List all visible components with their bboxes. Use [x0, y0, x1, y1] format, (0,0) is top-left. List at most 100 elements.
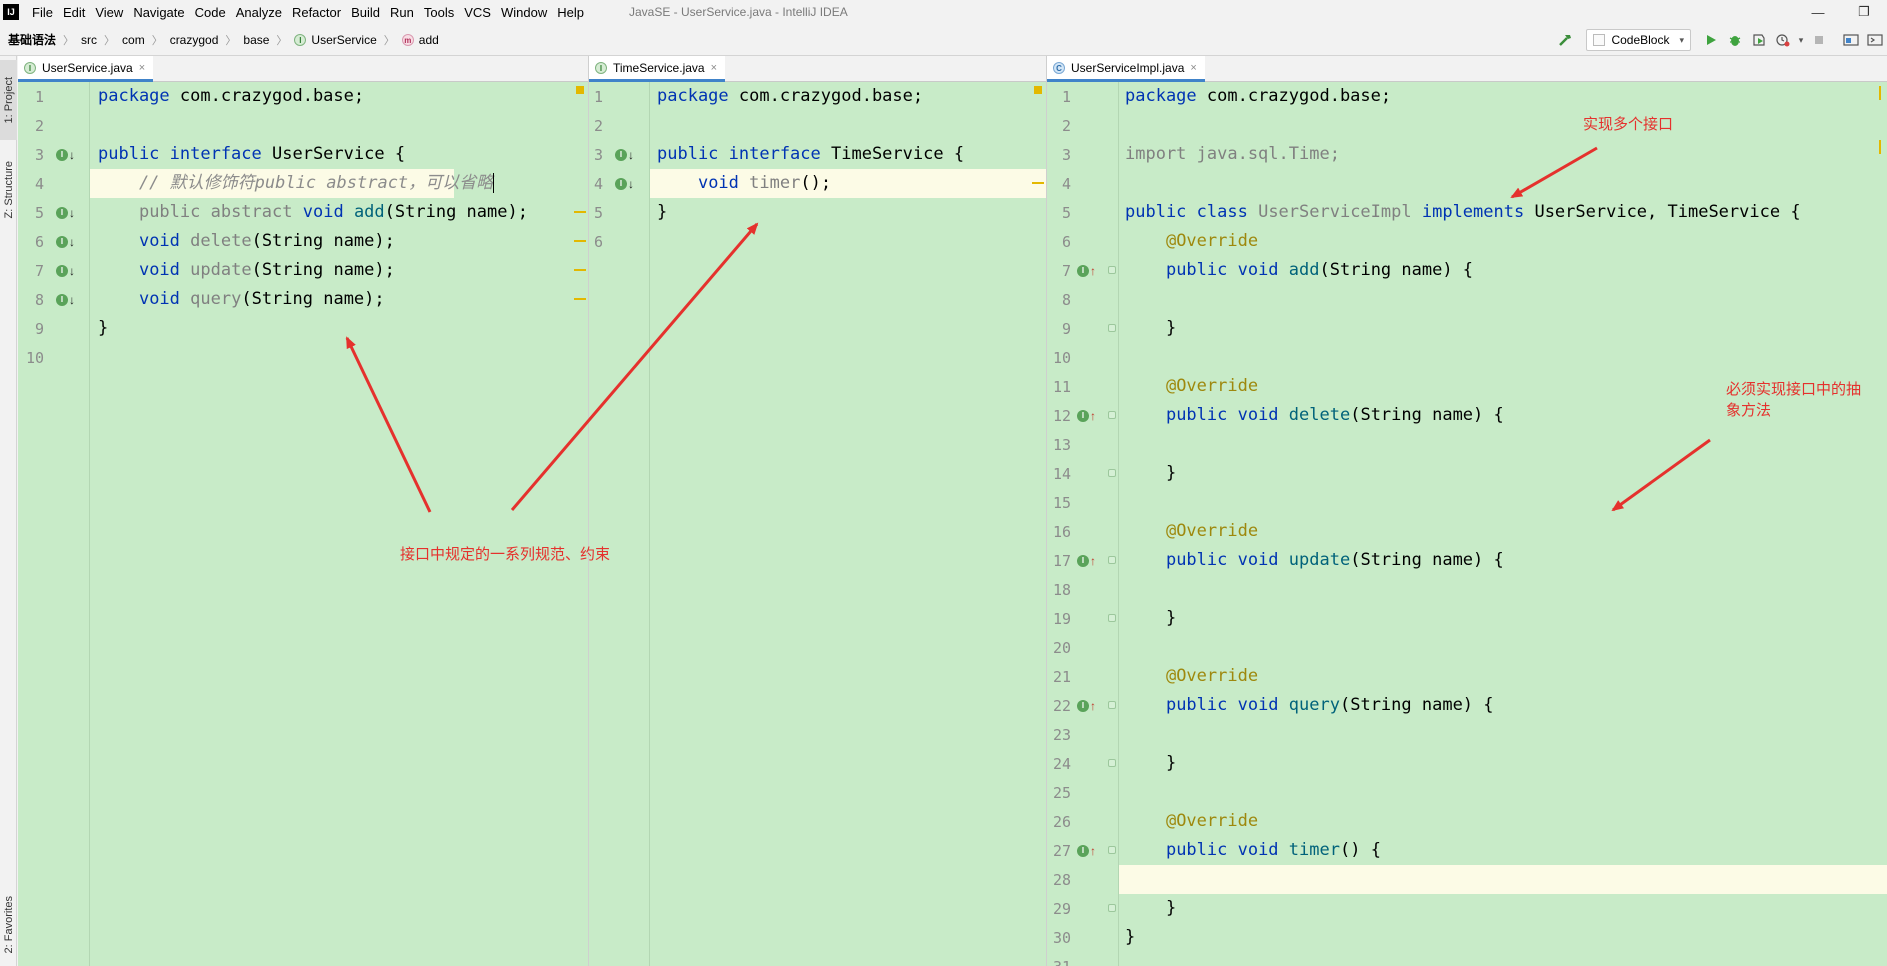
project-structure-icon[interactable] — [1839, 28, 1863, 52]
annotation-must-implement-line1: 必须实现接口中的抽 — [1726, 381, 1862, 398]
menu-code[interactable]: Code — [190, 5, 231, 20]
code-editor[interactable]: 1 2 3 4 5 6 7 I ↑ 8 9 10 11 12 I ↑ 13 14 15 … — [1047, 82, 1887, 966]
run-configuration-select[interactable]: CodeBlock ▾ — [1586, 29, 1691, 51]
close-icon[interactable]: × — [139, 62, 145, 74]
code-line: @Override — [1165, 811, 1259, 831]
line-number: 2 — [34, 116, 44, 135]
run-icon[interactable] — [1699, 28, 1723, 52]
fold-marker-icon[interactable] — [1108, 266, 1116, 274]
implemented-marker-icon[interactable]: I ↓ — [615, 177, 634, 191]
implemented-marker-icon[interactable]: I ↓ — [56, 148, 75, 162]
fold-marker-icon[interactable] — [1108, 701, 1116, 709]
minimize-button[interactable]: — — [1795, 0, 1841, 24]
code-line: package com.crazygod.base; — [98, 86, 365, 106]
implemented-marker-icon[interactable]: I ↓ — [56, 264, 75, 278]
menu-build[interactable]: Build — [346, 5, 385, 20]
tab-userservice-java[interactable]: I UserService.java × — [18, 56, 154, 82]
warning-stripe-mark[interactable] — [574, 240, 586, 242]
editor-pane-userservice: I UserService.java × 1 2 3 I ↓ 4 5 I ↓ 6 I ↓ 7… — [18, 56, 588, 966]
run-config-label: CodeBlock — [1611, 33, 1670, 47]
warning-stripe-mark[interactable] — [1032, 182, 1044, 184]
interface-icon: I — [595, 61, 607, 74]
warning-stripe-mark[interactable] — [1879, 140, 1881, 154]
menu-window[interactable]: Window — [496, 5, 552, 20]
fold-marker-icon[interactable] — [1108, 846, 1116, 854]
menu-vcs[interactable]: VCS — [459, 5, 496, 20]
line-number: 12 — [1052, 406, 1071, 425]
inspection-status-icon[interactable] — [576, 86, 584, 94]
annotation-multiple-interfaces: 实现多个接口 — [1583, 116, 1674, 133]
implements-method-marker-icon[interactable]: I ↑ — [1077, 409, 1096, 423]
close-icon[interactable]: × — [711, 62, 717, 74]
line-number: 1 — [593, 87, 603, 106]
debug-icon[interactable] — [1723, 28, 1747, 52]
implements-method-marker-icon[interactable]: I ↑ — [1077, 264, 1096, 278]
code-line: public void query(String name) { — [1165, 695, 1494, 715]
menu-help[interactable]: Help — [552, 5, 589, 20]
build-hammer-icon[interactable] — [1554, 28, 1578, 52]
restore-button[interactable]: ❐ — [1841, 0, 1887, 24]
line-number: 24 — [1052, 754, 1071, 773]
comment-text: // 默认修饰符public abstract，可以省略 — [98, 173, 494, 193]
breadcrumb-project[interactable]: 基础语法 — [8, 31, 56, 48]
code-line: } — [1125, 927, 1136, 947]
fold-marker-icon[interactable] — [1108, 469, 1116, 477]
close-icon[interactable]: × — [1190, 62, 1196, 74]
line-number: 5 — [1061, 203, 1071, 222]
breadcrumb-add[interactable]: m add — [401, 33, 439, 47]
implemented-marker-icon[interactable]: I ↓ — [56, 235, 75, 249]
tab-timeservice-java[interactable]: I TimeService.java × — [589, 56, 726, 82]
run-with-coverage-icon[interactable] — [1747, 28, 1771, 52]
code-line: } — [1125, 753, 1177, 773]
menu-view[interactable]: View — [90, 5, 128, 20]
project-tool-tab[interactable]: 1: Project — [0, 60, 17, 140]
warning-stripe-mark[interactable] — [574, 298, 586, 300]
menu-edit[interactable]: Edit — [58, 5, 90, 20]
interface-icon: I — [294, 33, 307, 46]
breadcrumb-separator-icon: 〉 — [225, 34, 237, 47]
implements-method-marker-icon[interactable]: I ↑ — [1077, 554, 1096, 568]
code-line: } — [1125, 318, 1177, 338]
favorites-tool-tab[interactable]: 2: Favorites — [0, 886, 17, 964]
menu-tools[interactable]: Tools — [419, 5, 459, 20]
menu-navigate[interactable]: Navigate — [128, 5, 189, 20]
inspection-status-icon[interactable] — [1034, 86, 1042, 94]
fold-marker-icon[interactable] — [1108, 324, 1116, 332]
breadcrumb-crazygod[interactable]: crazygod — [170, 33, 219, 47]
warning-stripe-mark[interactable] — [574, 211, 586, 213]
breadcrumb-userservice[interactable]: I UserService — [294, 33, 377, 47]
breadcrumb-com[interactable]: com — [122, 33, 145, 47]
line-number: 11 — [1052, 377, 1071, 396]
code-editor[interactable]: 1 2 3 I ↓ 4 5 I ↓ 6 I ↓ 7 I ↓ 8 I ↓ 9 10 package c… — [18, 82, 588, 966]
implemented-marker-icon[interactable]: I ↓ — [56, 206, 75, 220]
chevron-down-icon[interactable]: ▾ — [1795, 28, 1807, 52]
structure-tool-tab[interactable]: Z: Structure — [0, 148, 17, 232]
terminal-icon[interactable] — [1863, 28, 1887, 52]
interface-icon: I — [24, 61, 36, 74]
code-line: void query(String name); — [138, 289, 385, 309]
menu-refactor[interactable]: Refactor — [287, 5, 346, 20]
implements-method-marker-icon[interactable]: I ↑ — [1077, 699, 1096, 713]
breadcrumb-base[interactable]: base — [243, 33, 269, 47]
warning-stripe-mark[interactable] — [574, 269, 586, 271]
breadcrumb-src[interactable]: src — [81, 33, 97, 47]
fold-marker-icon[interactable] — [1108, 614, 1116, 622]
text-caret — [493, 173, 495, 193]
warning-stripe-mark[interactable] — [1879, 86, 1881, 100]
implemented-marker-icon[interactable]: I ↓ — [615, 148, 634, 162]
stop-icon[interactable] — [1807, 28, 1831, 52]
fold-marker-icon[interactable] — [1108, 411, 1116, 419]
breadcrumb-separator-icon: 〉 — [151, 34, 163, 47]
fold-marker-icon[interactable] — [1108, 759, 1116, 767]
implemented-marker-icon[interactable]: I ↓ — [56, 293, 75, 307]
menu-run[interactable]: Run — [385, 5, 419, 20]
code-editor[interactable]: 1 2 3 I ↓ 4 I ↓ 5 6 package com.crazygod.bas… — [589, 82, 1046, 966]
fold-marker-icon[interactable] — [1108, 556, 1116, 564]
menu-analyze[interactable]: Analyze — [231, 5, 287, 20]
menu-file[interactable]: File — [27, 5, 58, 20]
profile-icon[interactable] — [1771, 28, 1795, 52]
implements-method-marker-icon[interactable]: I ↑ — [1077, 844, 1096, 858]
fold-marker-icon[interactable] — [1108, 904, 1116, 912]
editor-tab-bar: I UserService.java × — [18, 56, 588, 82]
tab-userserviceimpl-java[interactable]: C UserServiceImpl.java × — [1047, 56, 1205, 82]
